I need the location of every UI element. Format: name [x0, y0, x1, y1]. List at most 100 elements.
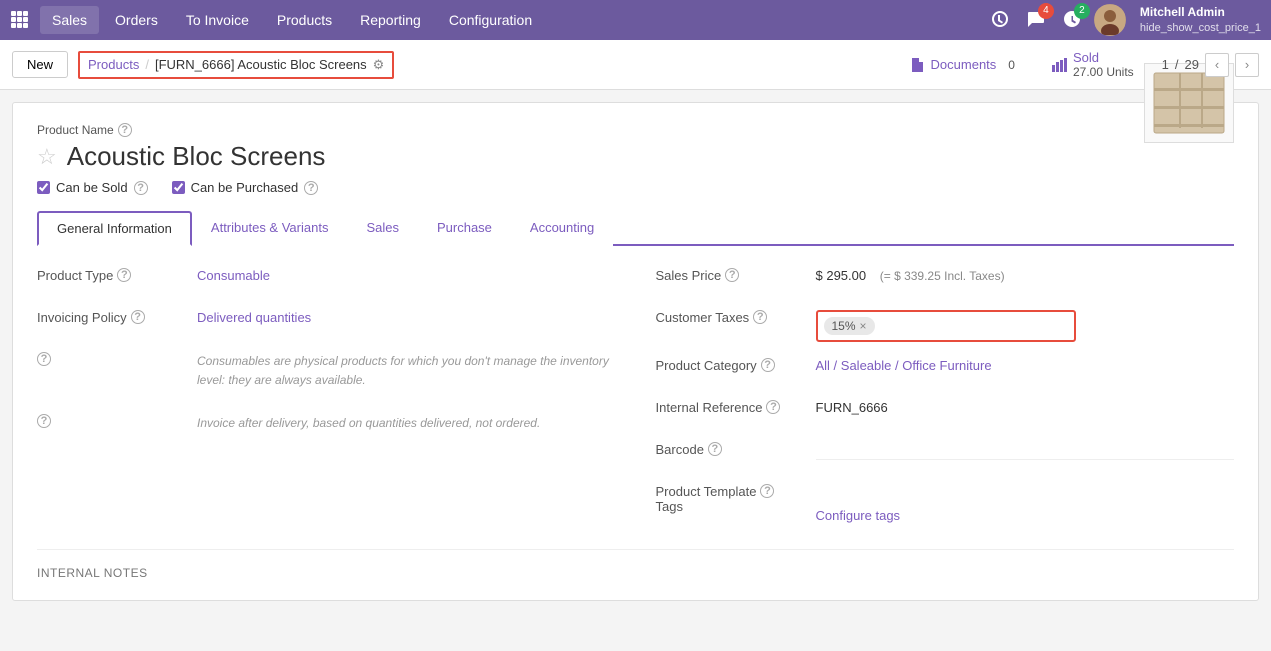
can-be-purchased-label: Can be Purchased	[191, 180, 299, 195]
user-subtitle: hide_show_cost_price_1	[1140, 21, 1261, 35]
tabs: General Information Attributes & Variant…	[37, 211, 1234, 246]
settings-icon[interactable]: ⚙	[373, 57, 385, 73]
sales-price-value: $ 295.00 (= $ 339.25 Incl. Taxes)	[816, 262, 1235, 283]
breadcrumb-bar: New Products / [FURN_6666] Acoustic Bloc…	[0, 40, 1271, 90]
user-name: Mitchell Admin	[1140, 5, 1261, 21]
product-category-label: Product Category ?	[656, 352, 816, 373]
customer-taxes-label: Customer Taxes ?	[656, 304, 816, 325]
product-name-label: Product Name ?	[37, 123, 1124, 137]
nav-items: Sales Orders To Invoice Products Reporti…	[40, 6, 986, 34]
sold-label: Sold	[1073, 50, 1134, 65]
messages-badge: 4	[1038, 3, 1054, 19]
can-be-purchased-checkbox[interactable]: Can be Purchased ?	[172, 180, 319, 195]
product-name-help[interactable]: ?	[118, 123, 132, 137]
product-type-help[interactable]: ?	[117, 268, 131, 282]
help-icon-1[interactable]: ?	[37, 352, 51, 366]
configure-tags-link[interactable]: Configure tags	[816, 508, 901, 523]
product-template-tags-value: Configure tags	[816, 478, 1235, 523]
prev-page-button[interactable]: ‹	[1205, 53, 1229, 77]
nav-products[interactable]: Products	[265, 6, 344, 34]
messages-icon[interactable]: 4	[1022, 5, 1050, 36]
sold-help[interactable]: ?	[134, 181, 148, 195]
internal-reference-help[interactable]: ?	[766, 400, 780, 414]
new-button[interactable]: New	[12, 51, 68, 78]
internal-reference-value: FURN_6666	[816, 394, 1235, 415]
invoicing-policy-help[interactable]: ?	[131, 310, 145, 324]
tab-accounting[interactable]: Accounting	[511, 211, 613, 246]
user-info: Mitchell Admin hide_show_cost_price_1	[1140, 5, 1261, 35]
main-content: Product Name ? ☆ Acoustic Bloc Screens C…	[12, 102, 1259, 601]
can-be-sold-label: Can be Sold	[56, 180, 128, 195]
sales-price-label: Sales Price ?	[656, 262, 816, 283]
product-category-row: Product Category ? All / Saleable / Offi…	[656, 352, 1235, 384]
help-row-1: ? Consumables are physical products for …	[37, 346, 616, 398]
page-current: 1	[1162, 57, 1169, 72]
internal-reference-row: Internal Reference ? FURN_6666	[656, 394, 1235, 426]
documents-button[interactable]: Documents 0	[901, 53, 1023, 77]
barcode-value[interactable]	[816, 436, 1235, 460]
documents-label: Documents	[931, 57, 997, 72]
internal-reference-label: Internal Reference ?	[656, 394, 816, 415]
checkboxes: Can be Sold ? Can be Purchased ?	[37, 180, 1234, 195]
documents-count: 0	[1008, 58, 1015, 72]
template-tags-help[interactable]: ?	[760, 484, 774, 498]
nav-right: 4 2 Mitchell Admin hide_show_cost_price_…	[986, 4, 1261, 36]
page-total: 29	[1185, 57, 1199, 72]
barcode-help[interactable]: ?	[708, 442, 722, 456]
next-page-button[interactable]: ›	[1235, 53, 1259, 77]
product-type-value[interactable]: Consumable	[197, 262, 616, 283]
incl-taxes: (= $ 339.25 Incl. Taxes)	[880, 269, 1005, 283]
nav-sales[interactable]: Sales	[40, 6, 99, 34]
breadcrumb-right: Documents 0 Sold 27.00 Units 1 / 29 ‹ ›	[901, 46, 1259, 83]
tab-sales[interactable]: Sales	[347, 211, 418, 246]
tab-purchase[interactable]: Purchase	[418, 211, 511, 246]
can-be-sold-checkbox[interactable]: Can be Sold ?	[37, 180, 148, 195]
tab-general-information[interactable]: General Information	[37, 211, 192, 246]
customer-taxes-row: Customer Taxes ? 15% ×	[656, 304, 1235, 342]
breadcrumb: Products / [FURN_6666] Acoustic Bloc Scr…	[78, 51, 394, 79]
avatar[interactable]	[1094, 4, 1126, 36]
consumable-note: Consumables are physical products for wh…	[197, 352, 616, 390]
activity-icon[interactable]	[986, 5, 1014, 36]
form-right: Sales Price ? $ 295.00 (= $ 339.25 Incl.…	[656, 262, 1235, 533]
barcode-label: Barcode ?	[656, 436, 816, 457]
product-type-row: Product Type ? Consumable	[37, 262, 616, 294]
pagination: 1 / 29 ‹ ›	[1162, 53, 1259, 77]
tax-remove-icon[interactable]: ×	[860, 319, 867, 333]
product-type-label: Product Type ?	[37, 262, 197, 283]
invoicing-policy-label: Invoicing Policy ?	[37, 304, 197, 325]
top-navigation: Sales Orders To Invoice Products Reporti…	[0, 0, 1271, 40]
tax-tag-15: 15% ×	[824, 317, 875, 335]
updates-badge: 2	[1074, 3, 1090, 19]
invoicing-policy-value[interactable]: Delivered quantities	[197, 304, 616, 325]
nav-reporting[interactable]: Reporting	[348, 6, 433, 34]
customer-taxes-field: 15% ×	[816, 304, 1235, 342]
form-content: Product Type ? Consumable Invoicing Poli…	[37, 262, 1234, 533]
tax-input-area[interactable]: 15% ×	[816, 310, 1076, 342]
help-icon-2[interactable]: ?	[37, 414, 51, 428]
invoice-note: Invoice after delivery, based on quantit…	[197, 414, 616, 433]
divider	[37, 549, 1234, 550]
sales-price-help[interactable]: ?	[725, 268, 739, 282]
tab-attributes-variants[interactable]: Attributes & Variants	[192, 211, 348, 246]
purchased-help[interactable]: ?	[304, 181, 318, 195]
product-template-tags-row: Product Template Tags ? Configure tags	[656, 478, 1235, 523]
nav-configuration[interactable]: Configuration	[437, 6, 544, 34]
nav-orders[interactable]: Orders	[103, 6, 170, 34]
product-title: Acoustic Bloc Screens	[67, 141, 326, 172]
product-category-help[interactable]: ?	[761, 358, 775, 372]
form-left: Product Type ? Consumable Invoicing Poli…	[37, 262, 616, 533]
product-template-tags-label: Product Template Tags ?	[656, 478, 816, 514]
sales-price-row: Sales Price ? $ 295.00 (= $ 339.25 Incl.…	[656, 262, 1235, 294]
sold-value: 27.00 Units	[1073, 65, 1134, 79]
customer-taxes-help[interactable]: ?	[753, 310, 767, 324]
product-category-value[interactable]: All / Saleable / Office Furniture	[816, 352, 1235, 373]
favorite-icon[interactable]: ☆	[37, 144, 57, 170]
product-title-row: ☆ Acoustic Bloc Screens	[37, 141, 1124, 172]
grid-icon[interactable]	[10, 10, 28, 31]
breadcrumb-current: [FURN_6666] Acoustic Bloc Screens	[155, 57, 367, 72]
updates-icon[interactable]: 2	[1058, 5, 1086, 36]
sold-button[interactable]: Sold 27.00 Units	[1043, 46, 1142, 83]
nav-to-invoice[interactable]: To Invoice	[174, 6, 261, 34]
breadcrumb-parent[interactable]: Products	[88, 57, 139, 72]
